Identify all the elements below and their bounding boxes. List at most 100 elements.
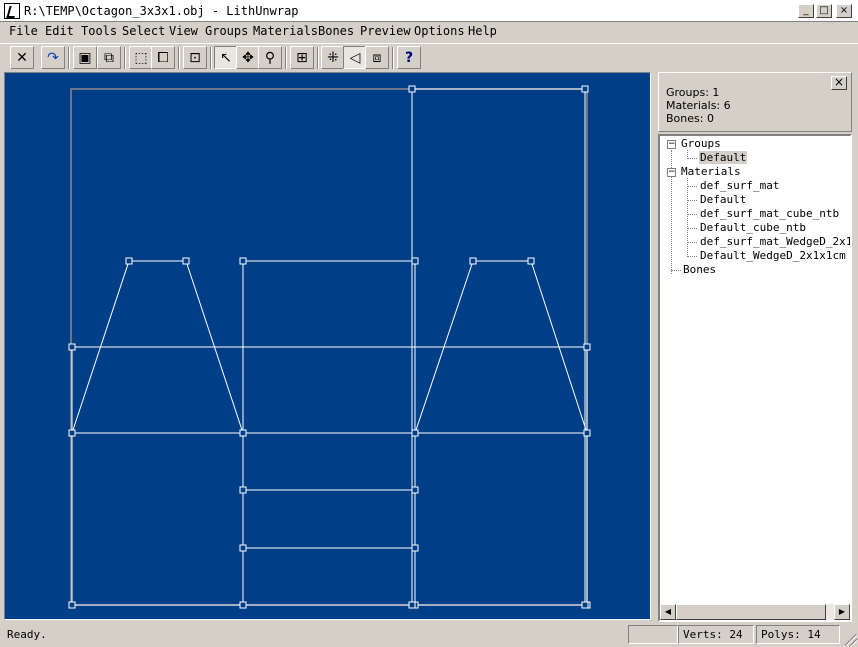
close-button[interactable]: × xyxy=(836,4,852,18)
tree-connector xyxy=(687,256,697,257)
scroll-left-icon[interactable]: ◀ xyxy=(660,604,676,620)
materials-count: Materials: 6 xyxy=(666,99,731,112)
uv-vertex[interactable] xyxy=(411,429,419,437)
uv-vertex[interactable] xyxy=(68,601,76,609)
uv-vertex[interactable] xyxy=(239,429,247,437)
scroll-right-icon[interactable]: ▶ xyxy=(834,604,850,620)
uv-vertex[interactable] xyxy=(411,486,419,494)
select-add-icon: ⧠ xyxy=(157,49,169,66)
edge-mode-icon: ◁ xyxy=(349,49,361,66)
vertex-mode-icon: ⁜ xyxy=(327,49,339,66)
groups-count: Groups: 1 xyxy=(666,86,720,99)
tree-connector xyxy=(687,158,697,159)
redo-button[interactable]: ↷ xyxy=(41,46,65,69)
uv-vertex[interactable] xyxy=(68,343,76,351)
close-panel-button[interactable]: × xyxy=(831,76,847,90)
tree-node-material[interactable]: Default xyxy=(700,193,746,206)
vertex-count: Verts: 24 xyxy=(678,625,754,644)
scroll-thumb[interactable] xyxy=(676,604,826,620)
tree-node-material[interactable]: Default_cube_ntb xyxy=(700,221,806,234)
tree-node-materials[interactable]: Materials xyxy=(681,165,741,178)
menu-bar: File Edit Tools Select View Groups Mater… xyxy=(0,22,858,42)
zoom-tool-button[interactable]: ⚲ xyxy=(258,46,282,69)
uv-vertex[interactable] xyxy=(581,601,589,609)
uv-vertex[interactable] xyxy=(182,257,190,265)
toolbar-separator xyxy=(285,47,287,69)
toolbar-separator xyxy=(178,47,180,69)
window-title: R:\TEMP\Octagon_3x3x1.obj - LithUnwrap xyxy=(24,4,299,18)
pointer-tool-button[interactable]: ↖ xyxy=(214,46,238,69)
uv-vertex[interactable] xyxy=(68,429,76,437)
uv-canvas[interactable] xyxy=(5,73,650,619)
tree-node-material[interactable]: def_surf_mat xyxy=(700,179,779,192)
app-icon xyxy=(4,3,20,19)
help-pointer-icon: ? xyxy=(404,49,414,66)
poly-mode-button[interactable]: ⧈ xyxy=(365,46,389,69)
status-text: Ready. xyxy=(7,628,47,641)
status-empty-cell xyxy=(628,625,678,644)
redo-icon: ↷ xyxy=(47,49,59,66)
menu-groups[interactable]: Groups xyxy=(205,24,248,38)
copy-icon: ⧉ xyxy=(104,49,114,66)
uv-vertex[interactable] xyxy=(411,257,419,265)
tree-node-bones[interactable]: Bones xyxy=(683,263,716,276)
pointer-icon: ↖ xyxy=(220,49,232,66)
title-bar: R:\TEMP\Octagon_3x3x1.obj - LithUnwrap _… xyxy=(0,0,858,22)
minimize-button[interactable]: _ xyxy=(798,4,814,18)
uv-vertex[interactable] xyxy=(469,257,477,265)
info-panel: × Groups: 1 Materials: 6 Bones: 0 xyxy=(658,72,852,132)
move-tool-button[interactable]: ✥ xyxy=(236,46,260,69)
uv-vertex[interactable] xyxy=(408,601,416,609)
menu-materials[interactable]: Materials xyxy=(253,24,318,38)
uv-vertex[interactable] xyxy=(583,343,591,351)
tree-connector xyxy=(687,200,697,201)
menu-help[interactable]: Help xyxy=(468,24,497,38)
toolbar-separator xyxy=(124,47,126,69)
uv-vertex[interactable] xyxy=(411,544,419,552)
tree-view[interactable]: − Groups Default − Materials def_surf_ma… xyxy=(658,134,852,622)
tree-node-group-default[interactable]: Default xyxy=(699,151,748,164)
delete-button[interactable]: ✕ xyxy=(10,46,34,69)
menu-preview[interactable]: Preview xyxy=(360,24,411,38)
maximize-button[interactable]: □ xyxy=(816,4,832,18)
save-button[interactable]: ▣ xyxy=(73,46,97,69)
poly-mode-icon: ⧈ xyxy=(372,49,382,66)
select-add-button[interactable]: ⧠ xyxy=(151,46,175,69)
uv-vertex[interactable] xyxy=(583,429,591,437)
tree-node-material[interactable]: Default_WedgeD_2x1x1cm xyxy=(700,249,846,262)
tree-connector xyxy=(687,178,688,257)
tree-node-groups[interactable]: Groups xyxy=(681,137,721,150)
uv-vertex[interactable] xyxy=(408,85,416,93)
uv-vertex[interactable] xyxy=(581,85,589,93)
vertex-mode-button[interactable]: ⁜ xyxy=(321,46,345,69)
menu-select[interactable]: Select xyxy=(122,24,165,38)
menu-file[interactable]: File xyxy=(9,24,38,38)
collapse-groups-icon[interactable]: − xyxy=(667,140,676,149)
resize-grip-icon[interactable] xyxy=(845,634,857,646)
uv-vertex[interactable] xyxy=(527,257,535,265)
uv-edges xyxy=(71,88,588,606)
menu-bones[interactable]: Bones xyxy=(318,24,354,38)
menu-options[interactable]: Options xyxy=(414,24,465,38)
toolbar-separator xyxy=(210,47,212,69)
tree-node-material[interactable]: def_surf_mat_WedgeD_2x1x1 xyxy=(700,235,850,248)
uv-vertex[interactable] xyxy=(239,257,247,265)
tree-horizontal-scrollbar[interactable]: ◀ ▶ xyxy=(660,604,850,620)
menu-view[interactable]: View xyxy=(169,24,198,38)
menu-edit[interactable]: Edit xyxy=(45,24,74,38)
copy-button[interactable]: ⧉ xyxy=(97,46,121,69)
uv-vertex[interactable] xyxy=(239,486,247,494)
uv-viewport[interactable] xyxy=(4,72,651,620)
collapse-materials-icon[interactable]: − xyxy=(667,168,676,177)
edge-mode-button[interactable]: ◁ xyxy=(343,46,367,69)
uv-vertex[interactable] xyxy=(125,257,133,265)
tree-node-material[interactable]: def_surf_mat_cube_ntb xyxy=(700,207,839,220)
uv-vertex[interactable] xyxy=(239,601,247,609)
zoom-fit-icon: ⊞ xyxy=(296,49,308,66)
select-center-button[interactable]: ⊡ xyxy=(183,46,207,69)
zoom-fit-button[interactable]: ⊞ xyxy=(290,46,314,69)
uv-vertex[interactable] xyxy=(239,544,247,552)
context-help-button[interactable]: ? xyxy=(397,46,421,69)
select-rect-button[interactable]: ⬚ xyxy=(129,46,153,69)
menu-tools[interactable]: Tools xyxy=(81,24,117,38)
